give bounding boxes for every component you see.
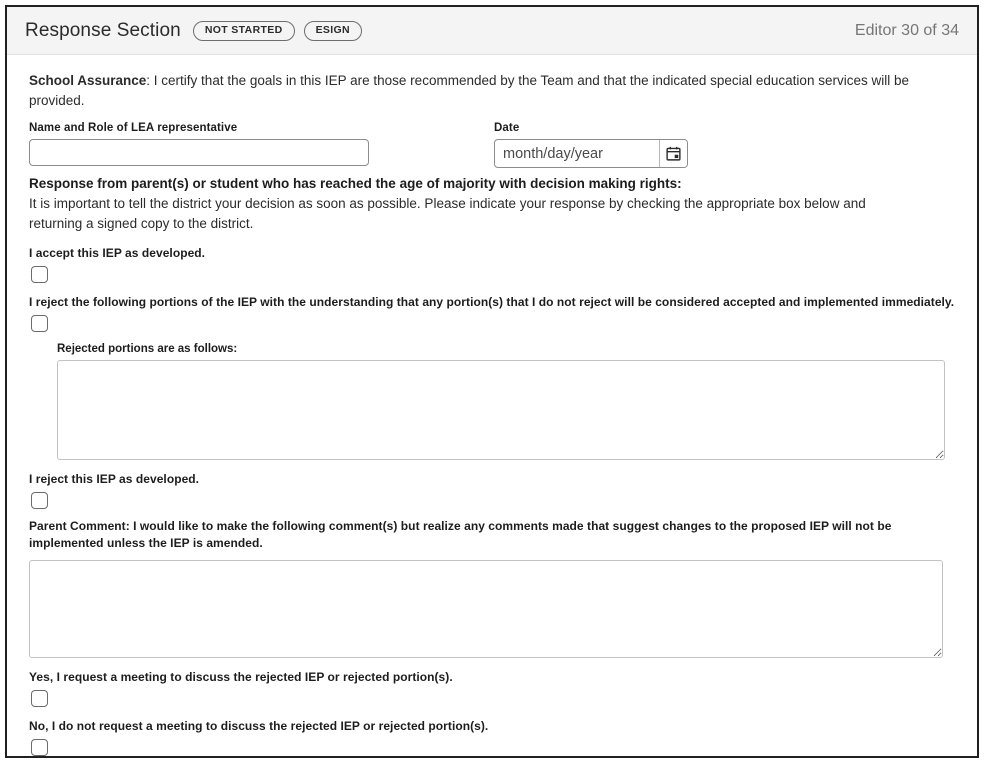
editor-frame: Response Section NOT STARTED ESIGN Edito… xyxy=(5,5,979,758)
rejected-portions-label: Rejected portions are as follows: xyxy=(57,343,238,355)
accept-option-label: I accept this IEP as developed. xyxy=(29,246,206,260)
editor-counter: Editor 30 of 34 xyxy=(854,21,959,39)
school-assurance-text: : I certify that the goals in this IEP a… xyxy=(29,73,909,108)
reject-all-option-label: I reject this IEP as developed. xyxy=(29,472,200,486)
lea-field-group: Name and Role of LEA representative xyxy=(29,121,494,166)
rejected-portions-textarea[interactable] xyxy=(57,360,945,460)
meeting-no-checkbox[interactable] xyxy=(31,739,48,756)
date-field-group: Date xyxy=(494,121,734,168)
page-title: Response Section xyxy=(25,19,181,41)
reject-portions-checkbox[interactable] xyxy=(31,315,48,332)
lea-name-input[interactable] xyxy=(29,139,369,166)
header-badges: NOT STARTED ESIGN xyxy=(192,20,362,41)
parent-comment-label: Parent Comment: I would like to make the… xyxy=(29,519,892,550)
signature-field-row: Name and Role of LEA representative Date xyxy=(29,121,955,168)
meeting-yes-checkbox[interactable] xyxy=(31,690,48,707)
date-input[interactable] xyxy=(495,140,659,167)
school-assurance-paragraph: School Assurance: I certify that the goa… xyxy=(29,71,939,111)
screenshot-root: Response Section NOT STARTED ESIGN Edito… xyxy=(0,0,984,763)
date-input-wrapper xyxy=(494,139,688,168)
accept-checkbox[interactable] xyxy=(31,266,48,283)
meeting-yes-option-label: Yes, I request a meeting to discuss the … xyxy=(29,670,453,684)
status-badge: NOT STARTED xyxy=(192,20,295,41)
meeting-no-option-label: No, I do not request a meeting to discus… xyxy=(29,719,489,733)
lea-field-label: Name and Role of LEA representative xyxy=(29,122,238,134)
school-assurance-lead: School Assurance xyxy=(29,73,147,88)
rejected-portions-group: Rejected portions are as follows: xyxy=(57,342,955,460)
reject-portions-option-label: I reject the following portions of the I… xyxy=(29,295,955,309)
response-heading: Response from parent(s) or student who h… xyxy=(29,176,682,191)
response-instructions: It is important to tell the district you… xyxy=(29,196,866,231)
calendar-icon xyxy=(666,146,681,161)
parent-comment-textarea[interactable] xyxy=(29,560,943,658)
editor-header: Response Section NOT STARTED ESIGN Edito… xyxy=(7,7,977,55)
calendar-picker-button[interactable] xyxy=(659,140,687,167)
editor-body: School Assurance: I certify that the goa… xyxy=(7,55,977,756)
reject-all-checkbox[interactable] xyxy=(31,492,48,509)
date-field-label: Date xyxy=(494,122,520,134)
esign-badge: ESIGN xyxy=(303,20,362,41)
